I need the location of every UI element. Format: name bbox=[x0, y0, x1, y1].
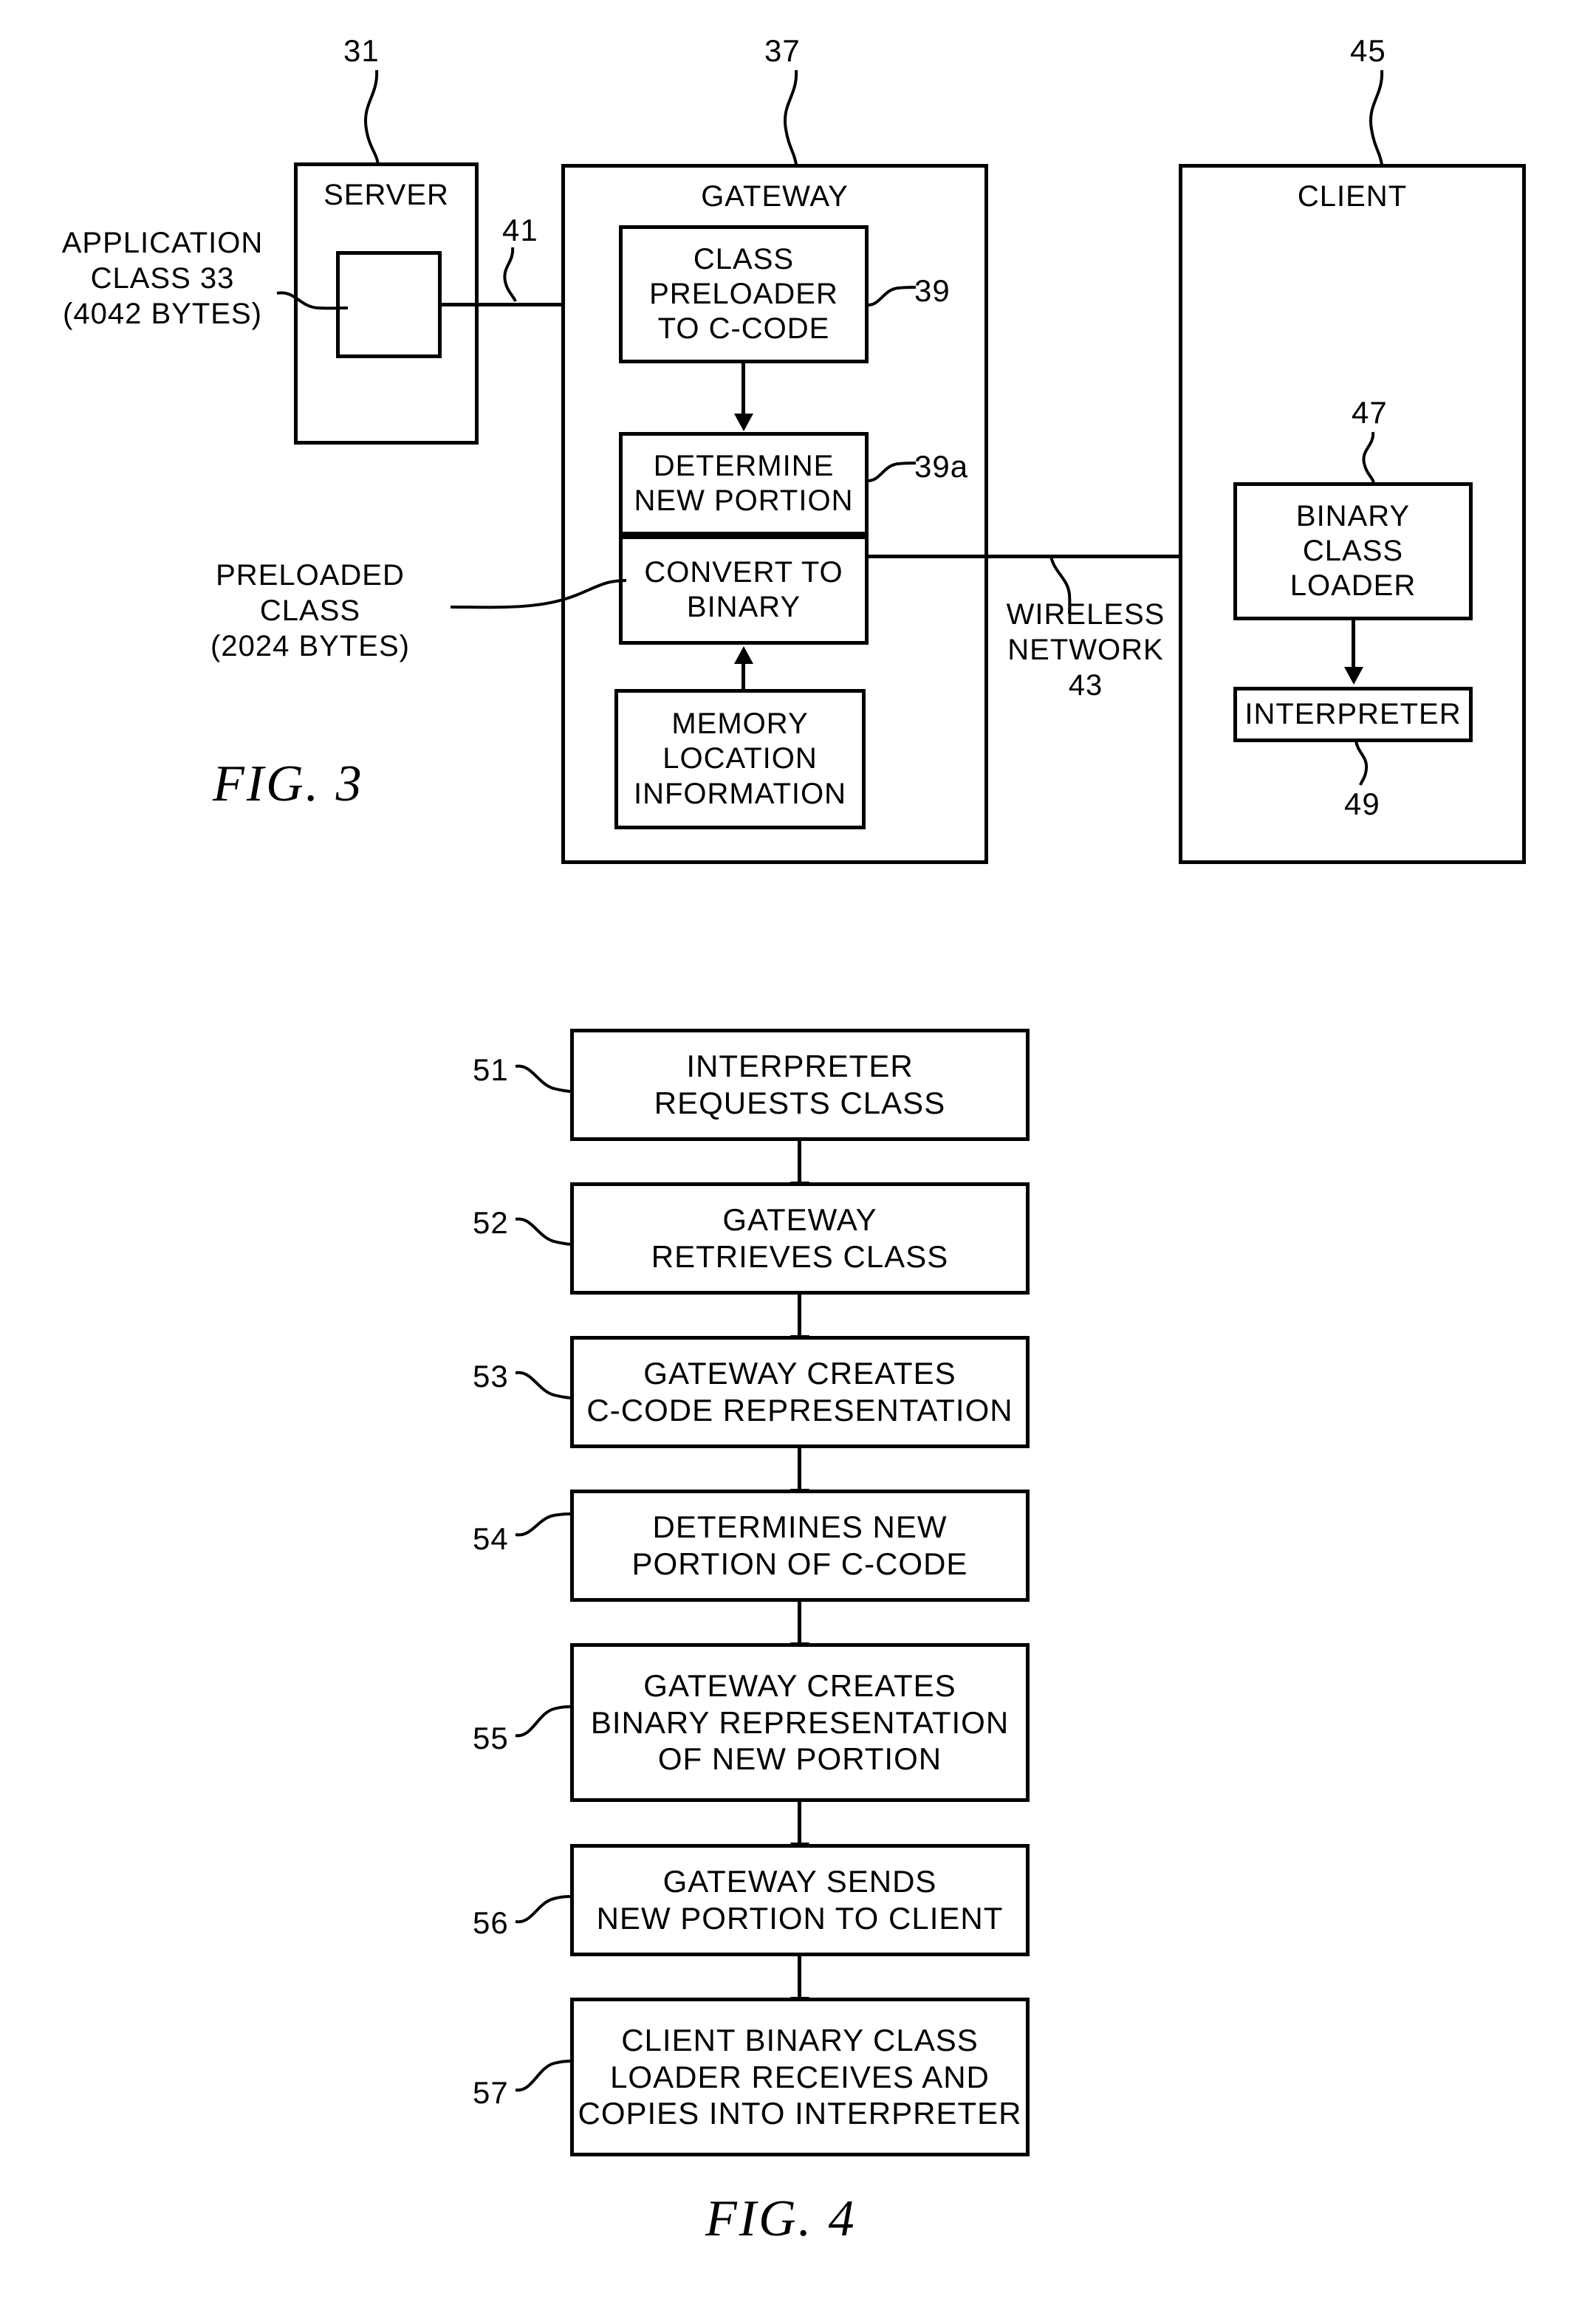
determine-new-portion-label: DETERMINE NEW PORTION bbox=[634, 449, 854, 517]
leader-39a bbox=[866, 456, 919, 490]
figure-3-caption: FIG. 3 bbox=[213, 755, 364, 812]
leader-52 bbox=[515, 1209, 575, 1261]
flow-step-label-54: DETERMINES NEW PORTION OF C-CODE bbox=[631, 1509, 968, 1581]
flow-step-box-53: GATEWAY CREATES C-CODE REPRESENTATION bbox=[570, 1336, 1030, 1448]
preloaded-class-annotation: PRELOADED CLASS (2024 BYTES) bbox=[210, 559, 410, 662]
preloader-to-determine-arrowhead bbox=[734, 414, 753, 431]
ref-51: 51 bbox=[473, 1052, 509, 1087]
ref-55: 55 bbox=[473, 1721, 509, 1755]
flow-step-label-53: GATEWAY CREATES C-CODE REPRESENTATION bbox=[586, 1356, 1013, 1428]
leader-49 bbox=[1344, 740, 1381, 786]
leader-39 bbox=[866, 281, 919, 314]
figure-4-caption: FIG. 4 bbox=[705, 2190, 857, 2247]
memory-location-information-box: MEMORY LOCATION INFORMATION bbox=[614, 689, 866, 829]
flow-step-label-55: GATEWAY CREATES BINARY REPRESENTATION OF… bbox=[590, 1668, 1010, 1777]
interpreter-box: INTERPRETER bbox=[1233, 687, 1473, 742]
convert-to-binary-box: CONVERT TO BINARY bbox=[619, 535, 869, 645]
flow-step-label-57: CLIENT BINARY CLASS LOADER RECEIVES AND … bbox=[578, 2023, 1022, 2131]
preloader-to-determine-line bbox=[742, 363, 745, 417]
server-title: SERVER bbox=[323, 179, 449, 211]
ref-37: 37 bbox=[764, 33, 801, 68]
leader-54 bbox=[515, 1508, 575, 1552]
server-application-class-box bbox=[336, 251, 442, 358]
leader-57 bbox=[515, 2053, 575, 2105]
leader-53 bbox=[515, 1363, 575, 1414]
flow-connector-line-56-57 bbox=[798, 1956, 801, 2001]
patent-drawing-sheet: 31 SERVER APPLICATION CLASS 33 (4042 BYT… bbox=[0, 0, 1596, 2310]
flow-step-label-51: INTERPRETER REQUESTS CLASS bbox=[654, 1049, 946, 1120]
ref-54: 54 bbox=[473, 1521, 509, 1556]
ref-39a: 39a bbox=[914, 449, 969, 484]
ref-49: 49 bbox=[1344, 786, 1380, 821]
loader-to-interpreter-arrowhead bbox=[1344, 667, 1363, 685]
leader-31 bbox=[347, 69, 399, 166]
ref-41: 41 bbox=[502, 213, 538, 247]
flow-step-label-56: GATEWAY SENDS NEW PORTION TO CLIENT bbox=[596, 1864, 1004, 1936]
wireless-network-annotation: WIRELESS NETWORK 43 bbox=[1006, 598, 1165, 702]
gateway-to-client-line bbox=[869, 555, 1205, 558]
interpreter-label: INTERPRETER bbox=[1244, 697, 1462, 730]
leader-56 bbox=[515, 1891, 575, 1939]
loader-to-interpreter-line bbox=[1352, 620, 1355, 671]
flow-step-box-56: GATEWAY SENDS NEW PORTION TO CLIENT bbox=[570, 1844, 1030, 1956]
leader-preloaded-class bbox=[450, 561, 628, 628]
convert-to-binary-label: CONVERT TO BINARY bbox=[644, 555, 843, 623]
flow-connector-line-55-56 bbox=[798, 1802, 801, 1846]
ref-57: 57 bbox=[473, 2075, 509, 2110]
flow-step-box-54: DETERMINES NEW PORTION OF C-CODE bbox=[570, 1490, 1030, 1602]
application-class-annotation: APPLICATION CLASS 33 (4042 BYTES) bbox=[61, 227, 264, 330]
memory-location-information-label: MEMORY LOCATION INFORMATION bbox=[633, 707, 846, 810]
binary-class-loader-label: BINARY CLASS LOADER bbox=[1290, 499, 1417, 603]
flow-connector-line-53-54 bbox=[798, 1448, 801, 1492]
client-title: CLIENT bbox=[1297, 180, 1408, 213]
ref-45: 45 bbox=[1350, 33, 1386, 68]
leader-application-class bbox=[276, 277, 351, 321]
ref-47: 47 bbox=[1352, 395, 1388, 430]
flow-step-box-51: INTERPRETER REQUESTS CLASS bbox=[570, 1029, 1030, 1141]
leader-55 bbox=[515, 1699, 575, 1750]
flow-step-box-52: GATEWAY RETRIEVES CLASS bbox=[570, 1182, 1030, 1295]
flow-step-label-52: GATEWAY RETRIEVES CLASS bbox=[651, 1202, 949, 1274]
leader-45 bbox=[1354, 69, 1405, 166]
determine-new-portion-box: DETERMINE NEW PORTION bbox=[619, 432, 869, 535]
flow-step-box-57: CLIENT BINARY CLASS LOADER RECEIVES AND … bbox=[570, 1998, 1030, 2156]
ref-31: 31 bbox=[343, 33, 380, 68]
leader-47 bbox=[1354, 431, 1391, 484]
flow-connector-line-54-55 bbox=[798, 1602, 801, 1646]
leader-51 bbox=[515, 1056, 575, 1108]
gateway-title: GATEWAY bbox=[701, 180, 849, 213]
server-to-gateway-line bbox=[439, 303, 580, 306]
flow-connector-line-52-53 bbox=[798, 1295, 801, 1339]
class-preloader-box: CLASS PRELOADER TO C-CODE bbox=[619, 225, 869, 363]
leader-41 bbox=[496, 247, 533, 303]
class-preloader-label: CLASS PRELOADER TO C-CODE bbox=[649, 242, 838, 346]
memory-to-convert-arrowhead bbox=[734, 646, 753, 664]
ref-53: 53 bbox=[473, 1359, 509, 1394]
ref-52: 52 bbox=[473, 1205, 509, 1240]
ref-56: 56 bbox=[473, 1905, 509, 1940]
binary-class-loader-box: BINARY CLASS LOADER bbox=[1233, 482, 1473, 620]
flow-connector-line-51-52 bbox=[798, 1141, 801, 1185]
ref-39: 39 bbox=[914, 273, 951, 308]
flow-step-box-55: GATEWAY CREATES BINARY REPRESENTATION OF… bbox=[570, 1643, 1030, 1802]
leader-37 bbox=[768, 69, 820, 166]
